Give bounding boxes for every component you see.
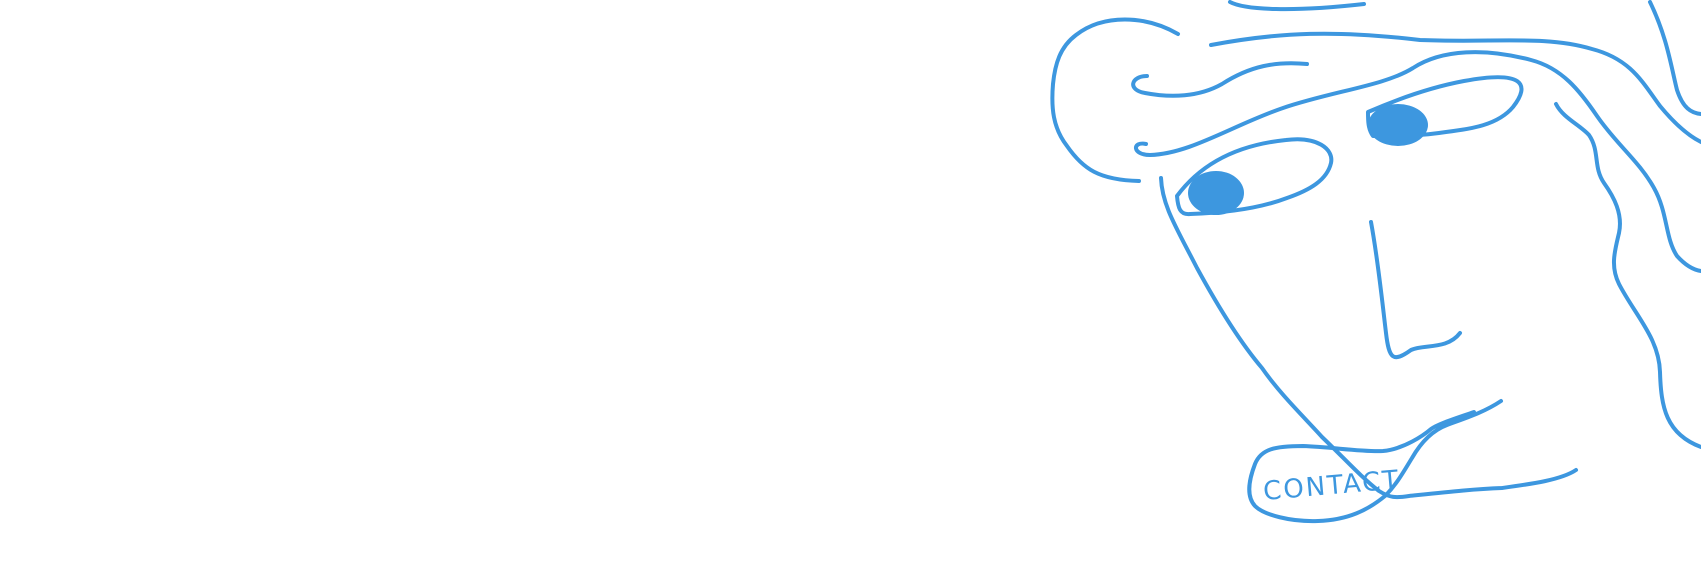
hair-curl-left xyxy=(1050,17,1180,183)
nose-line xyxy=(1369,220,1462,360)
hair-right-flow xyxy=(1648,0,1701,116)
contact-link[interactable]: CONTACT xyxy=(1245,438,1450,514)
hair-middle-wave xyxy=(1131,61,1309,98)
hair-top-strand xyxy=(1228,0,1366,12)
face-illustration: CONTACT xyxy=(1050,0,1701,524)
right-eye-pupil xyxy=(1368,104,1428,146)
hair-upper-wave xyxy=(1209,31,1701,144)
left-eye-pupil xyxy=(1188,171,1244,215)
